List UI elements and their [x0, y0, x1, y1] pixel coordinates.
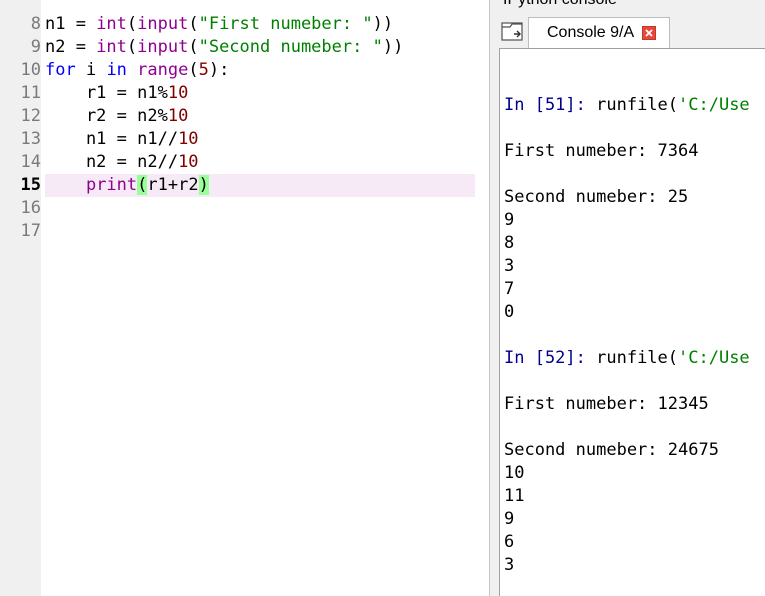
code-token: )	[198, 175, 209, 195]
line-number: 12	[20, 106, 41, 126]
code-text: r1 = n1%10	[45, 82, 188, 105]
editor-line[interactable]: 12 r2 = n2%10	[0, 105, 489, 128]
code-token: n2 =	[45, 37, 97, 57]
editor-line[interactable]: 17	[0, 220, 489, 243]
code-token: (	[137, 175, 148, 195]
code-token: ):	[208, 60, 230, 80]
line-number: 7	[0, 0, 41, 7]
console-command-arg: 'C:/Use	[678, 348, 750, 368]
console-prompt: In [52]:	[504, 348, 597, 368]
console-output-line: 11	[504, 486, 525, 506]
code-token: int	[96, 14, 127, 34]
pane-title-bar: IPython console	[490, 0, 765, 13]
tab-console[interactable]: Console 9/A	[528, 17, 670, 48]
code-token: range	[137, 60, 189, 80]
code-token: r1 = n1%	[45, 83, 168, 103]
ipython-console-pane: IPython console Console 9/A In [51]: run…	[490, 0, 765, 596]
console-output-line: 9	[504, 210, 515, 230]
editor-line-partial: 7	[0, 0, 489, 7]
tab-console-label: Console 9/A	[547, 24, 635, 41]
console-output-line: 0	[504, 302, 515, 322]
code-text: n2 = n2//10	[45, 151, 199, 174]
code-text: n2 = int(input("Second numeber: "))	[45, 36, 403, 59]
editor-line-current[interactable]: 15 print(r1+r2)	[0, 174, 489, 197]
code-token: n1 =	[45, 14, 97, 34]
editor-line[interactable]: 16	[0, 197, 489, 220]
editor-line[interactable]: 8 n1 = int(input("First numeber: "))	[0, 13, 489, 36]
code-token: (	[188, 14, 199, 34]
console-output-line: 8	[504, 233, 515, 253]
code-token: "Second numeber: "	[198, 37, 383, 57]
tab-close-icon[interactable]	[642, 26, 656, 40]
code-token: int	[96, 37, 127, 57]
line-number: 11	[20, 83, 41, 103]
code-token: "First numeber: "	[198, 14, 373, 34]
editor-line[interactable]: 11 r1 = n1%10	[0, 82, 489, 105]
line-number: 17	[20, 221, 41, 241]
code-token: n2 = n2//	[45, 152, 179, 172]
console-command-arg: 'C:/Use	[678, 95, 750, 115]
code-text: print(r1+r2)	[45, 174, 475, 197]
console-command: runfile(	[596, 95, 679, 115]
console-output-line: Second numeber: 25	[504, 187, 689, 207]
code-token: i	[75, 60, 107, 80]
code-token: r2 = n2%	[45, 106, 168, 126]
line-number: 10	[20, 60, 41, 80]
code-token: input	[137, 14, 189, 34]
code-token: n1 = n1//	[45, 129, 179, 149]
console-output-line: 6	[504, 532, 515, 552]
line-number: 13	[20, 129, 41, 149]
code-token: input	[137, 37, 189, 57]
pane-title: IPython console	[503, 0, 617, 9]
code-text: n1 = n1//10	[45, 128, 199, 151]
line-number: 15	[20, 175, 41, 195]
editor-line[interactable]: 13 n1 = n1//10	[0, 128, 489, 151]
line-number: 14	[20, 152, 41, 172]
code-token: (	[126, 37, 138, 57]
console-input-line: In [51]: runfile('C:/Use	[504, 94, 750, 117]
code-text: n1 = int(input("First numeber: "))	[45, 13, 393, 36]
console-output-line: First numeber: 7364	[504, 141, 699, 161]
line-number: 9	[30, 37, 41, 57]
code-token: r1+r2	[147, 175, 199, 195]
code-token: ))	[382, 37, 404, 57]
code-token: (	[126, 14, 138, 34]
line-number: 8	[30, 14, 41, 34]
code-editor[interactable]: 7 8n1 = int(input("First numeber: "))9n2…	[0, 0, 489, 596]
console-output[interactable]: In [51]: runfile('C:/Use First numeber: 7…	[499, 48, 765, 596]
console-output-line: 3	[504, 555, 515, 575]
code-text: r2 = n2%10	[45, 105, 188, 128]
code-token: 10	[178, 152, 199, 172]
console-command: runfile(	[596, 348, 679, 368]
editor-line[interactable]: 10 for i in range(5):	[0, 59, 489, 82]
console-output-line: 9	[504, 509, 515, 529]
code-token: 10	[167, 106, 189, 126]
code-token: ))	[372, 14, 394, 34]
editor-line[interactable]: 14 n2 = n2//10	[0, 151, 489, 174]
code-token: 10	[178, 129, 199, 149]
console-output-line: 3	[504, 256, 515, 276]
code-token: (	[188, 60, 199, 80]
editor-line[interactable]: 9 n2 = int(input("Second numeber: "))	[0, 36, 489, 59]
line-number: 16	[20, 198, 41, 218]
code-token: in	[106, 60, 127, 80]
code-token: (	[188, 37, 199, 57]
code-text: for i in range(5):	[45, 59, 229, 82]
console-output-line: First numeber: 12345	[504, 394, 709, 414]
console-output-line: 10	[504, 463, 525, 483]
console-prompt: In [51]:	[504, 95, 597, 115]
code-token: for	[45, 60, 76, 80]
folder-browse-icon[interactable]	[499, 19, 525, 44]
console-input-line: In [52]: runfile('C:/Use	[504, 347, 750, 370]
code-token: 5	[198, 60, 209, 80]
code-token: 10	[167, 83, 189, 103]
code-token: print	[85, 175, 138, 195]
console-output-line: 7	[504, 279, 515, 299]
console-output-line: Second numeber: 24675	[504, 440, 719, 460]
